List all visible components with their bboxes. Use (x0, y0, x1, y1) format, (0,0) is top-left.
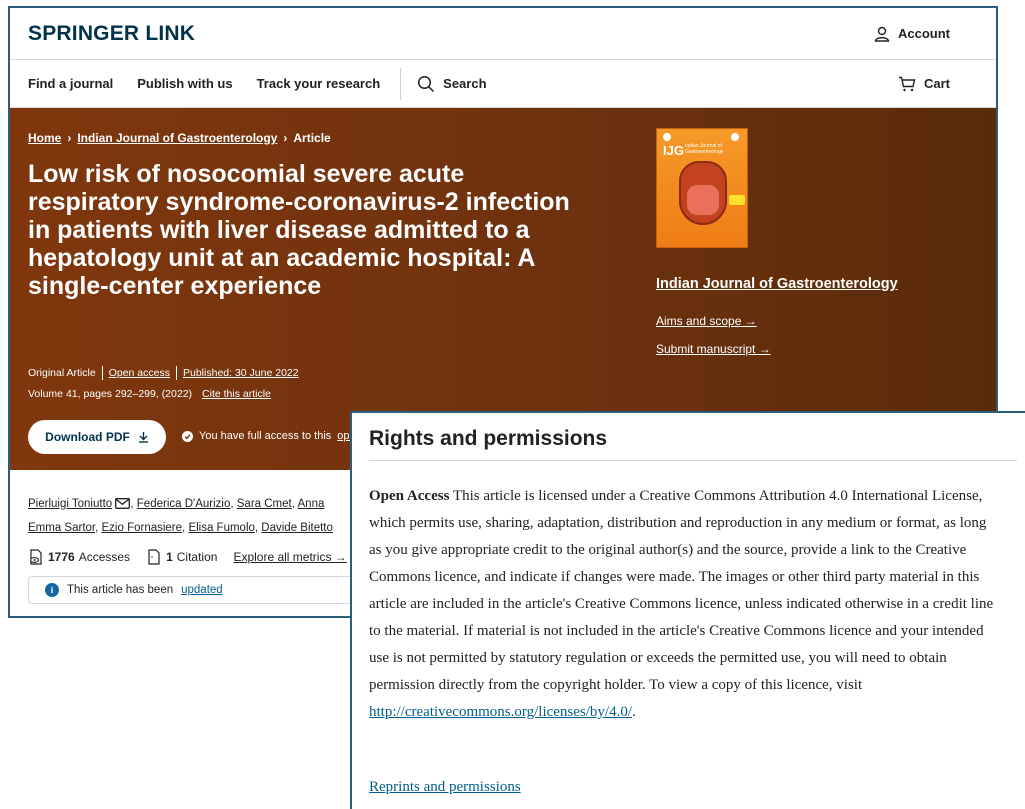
rights-heading: Rights and permissions (369, 427, 608, 450)
aims-scope-label: Aims and scope → (656, 314, 757, 328)
top-bar: SPRINGER LINK Account (10, 8, 996, 60)
main-nav: Find a journal Publish with us Track you… (10, 60, 996, 108)
license-end: . (632, 704, 636, 720)
article-meta: Original Article Open access Published: … (28, 366, 299, 380)
breadcrumb-separator-icon: › (67, 131, 72, 145)
cover-logo-dot (731, 133, 739, 141)
author-link[interactable]: Pierluigi Toniutto (28, 498, 112, 510)
updated-link[interactable]: updated (181, 584, 223, 596)
nav-publish[interactable]: Publish with us (137, 76, 232, 91)
article-updated-notice: i This article has been updated (28, 576, 388, 604)
cart-icon (898, 76, 916, 92)
accesses-count: 1776 (48, 550, 75, 564)
breadcrumb-journal[interactable]: Indian Journal of Gastroenterology (77, 131, 277, 145)
heading-divider (369, 460, 1017, 461)
author-link[interactable]: Elisa Fumolo (188, 522, 254, 534)
email-icon[interactable] (115, 498, 131, 510)
open-access-link[interactable]: Open access (109, 367, 170, 379)
author-line: Emma Sartor, Ezio Fornasiere, Elisa Fumo… (28, 522, 333, 534)
accesses-icon (28, 549, 44, 565)
access-message-text: You have full access to this (199, 430, 332, 442)
citation-icon: “ (146, 549, 162, 565)
author-link[interactable]: Sara Cmet (237, 498, 292, 510)
breadcrumb: Home › Indian Journal of Gastroenterolog… (28, 131, 331, 145)
cover-logo-dot (663, 133, 671, 141)
volume-pages: Volume 41, pages 292–299, (2022) (28, 388, 193, 400)
download-icon (138, 431, 149, 443)
download-pdf-label: Download PDF (45, 430, 130, 444)
breadcrumb-current: Article (293, 131, 331, 145)
nav-find-journal[interactable]: Find a journal (28, 76, 113, 91)
accesses-label: Accesses (78, 550, 131, 564)
license-url-link[interactable]: http://creativecommons.org/licenses/by/4… (369, 704, 632, 720)
cover-badge (729, 195, 745, 205)
springer-link-logo[interactable]: SPRINGER LINK (28, 22, 195, 46)
svg-text:“: “ (151, 556, 154, 563)
author-link[interactable]: Davide Bitetto (261, 522, 333, 534)
notice-text: This article has been (67, 584, 174, 596)
author-list: Pierluigi Toniutto , Federica D'Aurizio,… (28, 492, 388, 540)
search-label: Search (443, 76, 487, 91)
breadcrumb-home[interactable]: Home (28, 131, 61, 145)
accesses-metric: 1776 Accesses (28, 549, 130, 565)
meta-divider (101, 366, 103, 380)
license-body: This article is licensed under a Creativ… (369, 488, 994, 693)
cover-abbreviation: IJG (663, 143, 684, 158)
author-link[interactable]: Anna (298, 498, 325, 510)
account-label: Account (898, 26, 950, 41)
cart-label: Cart (923, 76, 950, 91)
journal-cover-image[interactable]: IJG Indian Journal of Gastroenterology (656, 128, 748, 248)
breadcrumb-separator-icon: › (283, 131, 288, 145)
license-text: Open Access This article is licensed und… (369, 483, 999, 726)
submit-manuscript-label: Submit manuscript → (656, 342, 771, 356)
author-link[interactable]: Federica D'Aurizio (137, 498, 231, 510)
cover-journal-name: Indian Journal of Gastroenterology (685, 143, 724, 155)
account-button[interactable]: Account (874, 26, 950, 42)
check-circle-icon (182, 430, 193, 442)
meta-divider (176, 366, 177, 380)
cart-button[interactable]: Cart (898, 76, 950, 92)
submit-manuscript-link[interactable]: Submit manuscript → (656, 342, 771, 356)
info-icon: i (45, 583, 59, 597)
reprints-permissions-link[interactable]: Reprints and permissions (369, 779, 521, 796)
citations-metric: “ 1 Citation (146, 549, 217, 565)
cover-illustration-detail (687, 185, 719, 215)
nav-divider (400, 67, 402, 100)
citations-label: Citation (176, 550, 218, 564)
article-metrics: 1776 Accesses “ 1 Citation Explore all m… (28, 549, 347, 565)
search-icon (417, 75, 435, 93)
rights-permissions-panel: Rights and permissions Open Access This … (350, 411, 1025, 809)
download-pdf-button[interactable]: Download PDF (28, 420, 166, 454)
aims-scope-link[interactable]: Aims and scope → (656, 314, 757, 328)
author-link[interactable]: Emma Sartor (28, 522, 95, 534)
full-access-message: You have full access to this open (182, 430, 362, 442)
published-date[interactable]: Published: 30 June 2022 (183, 367, 299, 379)
open-access-lead: Open Access (369, 488, 450, 504)
cite-article-link[interactable]: Cite this article (202, 388, 271, 400)
journal-title-link[interactable]: Indian Journal of Gastroenterology (656, 276, 898, 292)
article-type: Original Article (28, 367, 96, 379)
user-icon (874, 26, 890, 42)
author-link[interactable]: Ezio Fornasiere (102, 522, 183, 534)
explore-metrics-link[interactable]: Explore all metrics → (233, 550, 346, 564)
citations-count: 1 (166, 550, 173, 564)
article-title: Low risk of nosocomial severe acute resp… (28, 160, 570, 300)
nav-track-research[interactable]: Track your research (257, 76, 381, 91)
article-citation-meta: Volume 41, pages 292–299, (2022) Cite th… (28, 388, 271, 400)
search-button[interactable]: Search (417, 75, 487, 93)
author-line: Pierluigi Toniutto , Federica D'Aurizio,… (28, 498, 325, 510)
